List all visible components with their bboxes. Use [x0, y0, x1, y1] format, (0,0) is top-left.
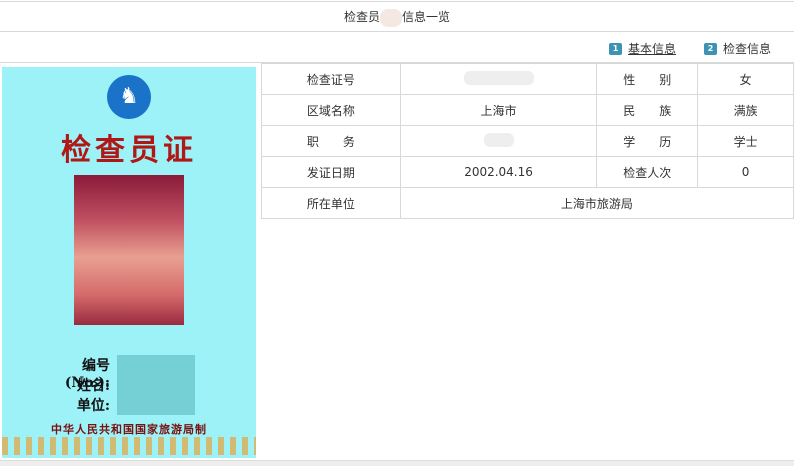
tab-basic-info[interactable]: 1 基本信息 — [609, 40, 676, 57]
photo — [74, 175, 184, 325]
card-fields: 编号(No.): 姓名: 单位: — [64, 358, 110, 414]
redacted-name — [380, 8, 402, 27]
inspector-card-image: ♞ 检查员证 编号(No.): 姓名: 单位: 中华人民共和国国家旅游局制 — [2, 67, 256, 458]
card-title: 检查员证 — [61, 133, 197, 168]
horse-logo-icon: ♞ — [107, 75, 151, 119]
horizontal-scrollbar[interactable] — [0, 460, 794, 466]
card-issuer: 中华人民共和国国家旅游局制 — [51, 423, 207, 436]
ornament-border — [2, 437, 256, 455]
tab-bar: 1 基本信息 2 检查信息 — [0, 32, 794, 63]
redacted-fields — [117, 355, 195, 415]
tab-inspection-info[interactable]: 2 检查信息 — [704, 40, 771, 57]
table-row: 发证日期 2002.04.16 检查人次 0 — [261, 156, 794, 188]
table-row: 区域名称 上海市民 族满族 — [261, 94, 794, 126]
table-row: 所在单位 上海市旅游局 — [261, 187, 794, 219]
cert-no-value — [399, 63, 598, 95]
post-value — [399, 125, 598, 157]
info-table: 检查证号性 别女 区域名称 上海市民 族满族 职 务学 历学士 发证日期 2002.… — [261, 63, 794, 219]
number-1-icon: 1 — [609, 42, 622, 55]
page-title: 检查员 信息一览 — [0, 1, 794, 32]
table-row: 检查证号性 别女 — [261, 63, 794, 95]
table-row: 职 务学 历学士 — [261, 125, 794, 157]
number-2-icon: 2 — [704, 42, 717, 55]
